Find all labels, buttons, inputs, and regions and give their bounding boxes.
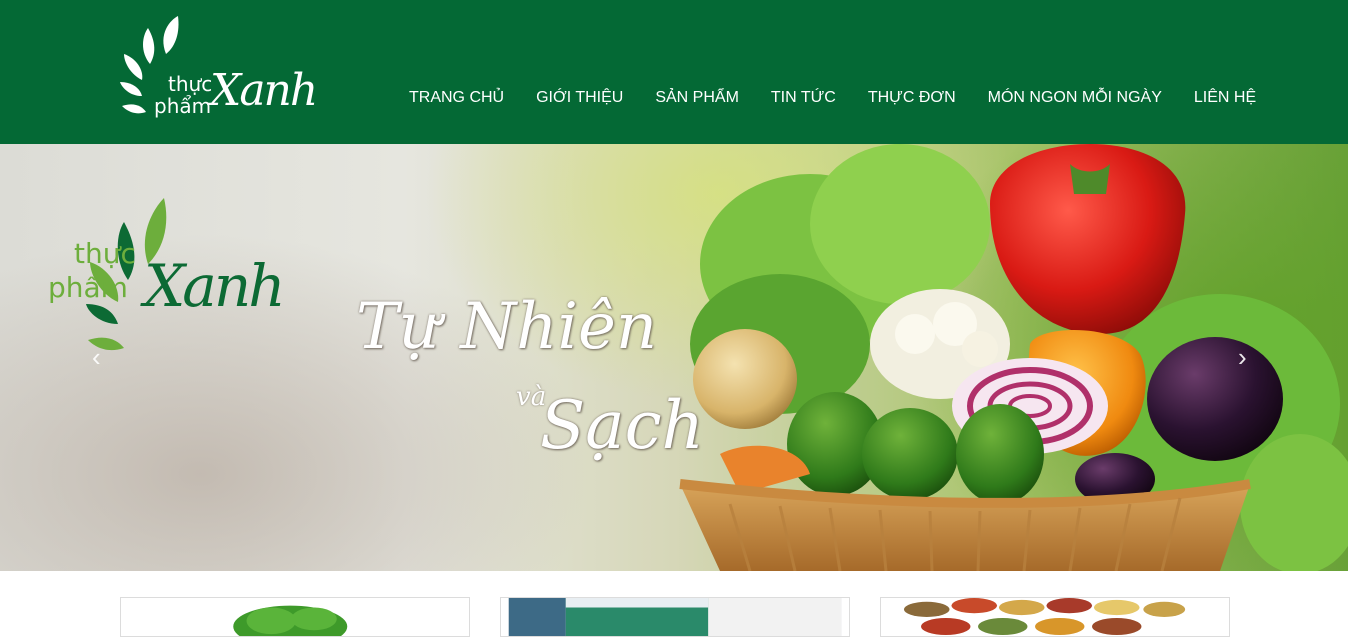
nav-item-contact[interactable]: LIÊN HỆ: [1178, 86, 1272, 112]
card-chef[interactable]: [500, 597, 850, 637]
site-header: thực phẩm Xanh TRANG CHỦ GIỚI THIỆU SẢN …: [0, 0, 1348, 144]
lettuce-image: [128, 598, 462, 636]
nav-item-home[interactable]: TRANG CHỦ: [393, 86, 520, 112]
hero-logo-line2: phẩm: [48, 271, 128, 304]
nav-item-news[interactable]: TIN TỨC: [755, 86, 852, 112]
logo-text-line2: phẩm: [154, 94, 212, 118]
site-logo[interactable]: thực phẩm Xanh: [118, 14, 318, 132]
hero-logo-script: Xanh: [144, 252, 286, 320]
hero-slider: thực phẩm Xanh Tự Nhiên và Sạch ‹ ›: [0, 144, 1348, 571]
hero-title-line3: Sạch: [540, 387, 705, 464]
hero-logo-line1: thực: [74, 237, 136, 270]
logo-script-text: Xanh: [210, 65, 318, 116]
spice-bowls-image: [888, 598, 1222, 636]
chef-image: [508, 598, 842, 636]
nav-item-products[interactable]: SẢN PHẨM: [639, 86, 755, 112]
card-lettuce[interactable]: [120, 597, 470, 637]
nav-item-about[interactable]: GIỚI THIỆU: [520, 86, 639, 112]
hero-title-line1: Tự Nhiên: [356, 290, 658, 364]
logo-text-line1: thực: [168, 72, 213, 96]
main-nav: TRANG CHỦ GIỚI THIỆU SẢN PHẨM TIN TỨC TH…: [393, 86, 1272, 112]
nav-item-menu[interactable]: THỰC ĐƠN: [852, 86, 972, 112]
card-spice-bowls[interactable]: [880, 597, 1230, 637]
chevron-right-icon[interactable]: ›: [1238, 344, 1247, 370]
nav-item-daily-dishes[interactable]: MÓN NGON MỖI NGÀY: [972, 86, 1178, 112]
chevron-left-icon[interactable]: ‹: [92, 344, 101, 370]
